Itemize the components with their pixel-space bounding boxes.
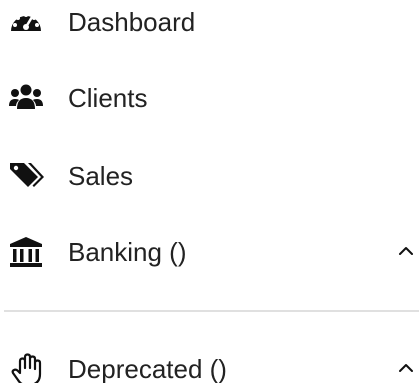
sidebar-nav: Dashboard Clients Sales Banking () Depre… (0, 0, 419, 383)
divider (4, 310, 419, 312)
sidebar-item-label: Deprecated () (68, 354, 227, 383)
hand-icon (8, 352, 44, 383)
chevron-up-icon[interactable] (397, 359, 415, 377)
sidebar-item-banking[interactable]: Banking () (0, 226, 419, 278)
sidebar-item-dashboard[interactable]: Dashboard (0, 0, 419, 48)
chevron-up-icon[interactable] (397, 242, 415, 260)
sidebar-item-label: Clients (68, 83, 148, 113)
dashboard-icon (8, 5, 44, 39)
bank-icon (8, 235, 44, 269)
sidebar-item-label: Dashboard (68, 7, 196, 37)
sidebar-item-deprecated[interactable]: Deprecated () (0, 343, 419, 383)
sidebar-item-sales[interactable]: Sales (0, 150, 419, 202)
sidebar-item-label: Banking () (68, 237, 187, 267)
sidebar-item-label: Sales (68, 161, 134, 191)
sidebar-item-clients[interactable]: Clients (0, 72, 419, 124)
tags-icon (8, 159, 44, 193)
users-icon (8, 81, 44, 115)
